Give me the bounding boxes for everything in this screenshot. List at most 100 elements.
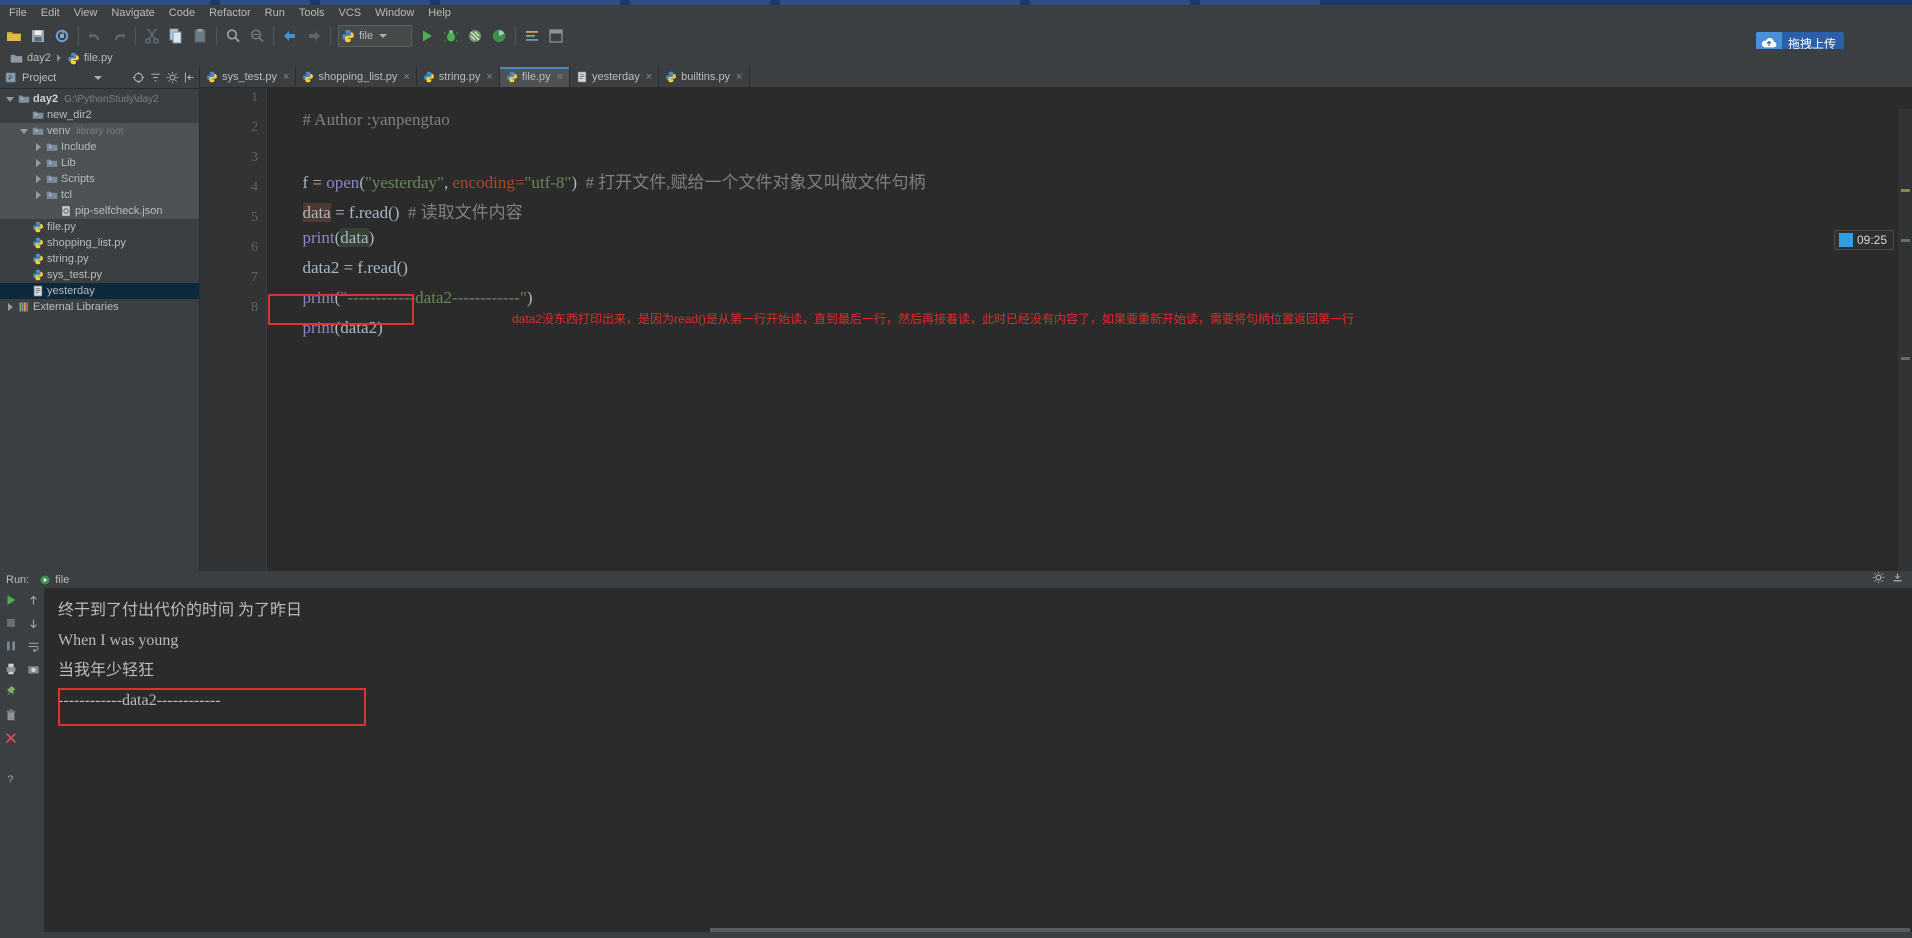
save-all-icon[interactable]	[27, 25, 49, 47]
close-icon[interactable]: ×	[557, 71, 563, 83]
project-structure-icon[interactable]	[545, 25, 567, 47]
paste-icon[interactable]	[189, 25, 211, 47]
line-number: 8	[251, 300, 258, 315]
annotation-box-print-data2	[268, 294, 414, 325]
chevron-right-icon[interactable]	[32, 143, 44, 151]
python-file-icon	[665, 71, 677, 83]
camera-icon[interactable]	[25, 661, 41, 677]
editor-tab-label: string.py	[438, 71, 481, 83]
minimize-icon[interactable]	[1891, 571, 1904, 589]
tree-item-shopping-list-py[interactable]: shopping_list.py	[0, 235, 199, 251]
gear-icon[interactable]	[1872, 571, 1885, 589]
tree-item-day2[interactable]: day2 G:\PythonStudy\day2	[0, 91, 199, 107]
close-icon[interactable]: ×	[283, 71, 289, 83]
chevron-right-icon[interactable]	[32, 191, 44, 199]
stop-icon[interactable]	[3, 615, 19, 631]
pause-icon[interactable]	[3, 638, 19, 654]
collapse-all-icon[interactable]	[147, 70, 163, 86]
run-console-output[interactable]: 终于到了付出代价的时间 为了昨日 When I was young 当我年少轻狂…	[44, 588, 1912, 938]
scroll-up-icon[interactable]	[25, 592, 41, 608]
help-icon[interactable]: ?	[3, 771, 19, 787]
coverage-icon[interactable]	[464, 25, 486, 47]
replace-icon[interactable]	[246, 25, 268, 47]
editor-tab-shopping-list-py[interactable]: shopping_list.py ×	[296, 67, 417, 87]
tree-item-new-dir2[interactable]: new_dir2	[0, 107, 199, 123]
editor-tab-builtins-py[interactable]: builtins.py ×	[659, 67, 750, 87]
sync-icon[interactable]	[51, 25, 73, 47]
tree-item-external-libraries[interactable]: External Libraries	[0, 299, 199, 315]
editor-tab-sys-test-py[interactable]: sys_test.py ×	[200, 67, 297, 87]
debug-icon[interactable]	[440, 25, 462, 47]
tree-item-yesterday[interactable]: yesterday	[0, 283, 199, 299]
menu-vcs[interactable]: VCS	[332, 5, 369, 22]
open-folder-icon[interactable]	[3, 25, 25, 47]
copy-icon[interactable]	[165, 25, 187, 47]
profile-icon[interactable]	[488, 25, 510, 47]
tree-item-include[interactable]: Include	[0, 139, 199, 155]
hide-panel-icon[interactable]	[181, 70, 197, 86]
cut-icon[interactable]	[141, 25, 163, 47]
tree-item-sys-test-py[interactable]: sys_test.py	[0, 267, 199, 283]
editor-tab-file-py[interactable]: file.py ×	[499, 67, 570, 87]
tree-item-label: tcl	[61, 189, 72, 201]
chevron-down-icon[interactable]	[94, 75, 103, 80]
close-icon[interactable]: ×	[646, 71, 652, 83]
menu-run[interactable]: Run	[258, 5, 292, 22]
chevron-down-icon[interactable]	[18, 128, 30, 134]
chevron-down-icon[interactable]	[4, 96, 16, 102]
tree-item-tcl[interactable]: tcl	[0, 187, 199, 203]
tree-item-scripts[interactable]: Scripts	[0, 171, 199, 187]
editor-tab-string-py[interactable]: string.py ×	[416, 67, 500, 87]
close-icon[interactable]	[3, 730, 19, 746]
menu-file[interactable]: File	[2, 5, 34, 22]
chevron-right-icon[interactable]	[32, 159, 44, 167]
scroll-down-icon[interactable]	[25, 615, 41, 631]
settings-icon[interactable]	[521, 25, 543, 47]
undo-icon[interactable]	[84, 25, 106, 47]
back-icon[interactable]	[279, 25, 301, 47]
redo-icon[interactable]	[108, 25, 130, 47]
code-l4-comment: # 读取文件内容	[399, 203, 523, 222]
rerun-icon[interactable]	[3, 592, 19, 608]
breadcrumb-item-file[interactable]: file.py	[63, 52, 117, 65]
run-configuration-selector[interactable]: file	[338, 24, 412, 47]
python-file-icon	[30, 237, 45, 249]
target-icon[interactable]	[130, 70, 146, 86]
chevron-right-icon[interactable]	[32, 175, 44, 183]
menu-navigate[interactable]: Navigate	[104, 5, 161, 22]
menu-edit[interactable]: Edit	[34, 5, 67, 22]
breadcrumb-item-day2[interactable]: day2	[6, 52, 55, 65]
tree-item-string-py[interactable]: string.py	[0, 251, 199, 267]
gear-icon[interactable]	[164, 70, 180, 86]
close-icon[interactable]: ×	[403, 71, 409, 83]
run-window-tab-label: file	[55, 573, 70, 586]
tree-item-pip-selfcheck-json[interactable]: pip-selfcheck.json	[0, 203, 199, 219]
run-window-tab[interactable]: file	[39, 574, 69, 586]
menu-help[interactable]: Help	[421, 5, 458, 22]
chevron-down-icon[interactable]	[379, 33, 388, 38]
editor-tab-yesterday[interactable]: yesterday ×	[570, 67, 660, 87]
breadcrumb-label: file.py	[83, 52, 113, 64]
menu-code[interactable]: Code	[162, 5, 202, 22]
soft-wrap-icon[interactable]	[25, 638, 41, 654]
folder-icon	[30, 125, 45, 137]
menu-tools[interactable]: Tools	[292, 5, 332, 22]
json-file-icon	[58, 205, 73, 217]
trash-icon[interactable]	[3, 707, 19, 723]
close-icon[interactable]: ×	[736, 71, 742, 83]
forward-icon[interactable]	[303, 25, 325, 47]
run-icon[interactable]	[416, 25, 438, 47]
pin-icon[interactable]	[3, 684, 19, 700]
find-icon[interactable]	[222, 25, 244, 47]
code-editor[interactable]: # Author :yanpengtao f = open("yesterday…	[266, 88, 1912, 571]
print-icon[interactable]	[3, 661, 19, 677]
menu-refactor[interactable]: Refactor	[202, 5, 258, 22]
editor-marker-column[interactable]	[1898, 109, 1912, 571]
close-icon[interactable]: ×	[486, 71, 492, 83]
tree-item-venv[interactable]: venv library root	[0, 123, 199, 139]
chevron-right-icon[interactable]	[4, 303, 16, 311]
tree-item-file-py[interactable]: file.py	[0, 219, 199, 235]
menu-window[interactable]: Window	[368, 5, 421, 22]
tree-item-lib[interactable]: Lib	[0, 155, 199, 171]
menu-view[interactable]: View	[67, 5, 105, 22]
